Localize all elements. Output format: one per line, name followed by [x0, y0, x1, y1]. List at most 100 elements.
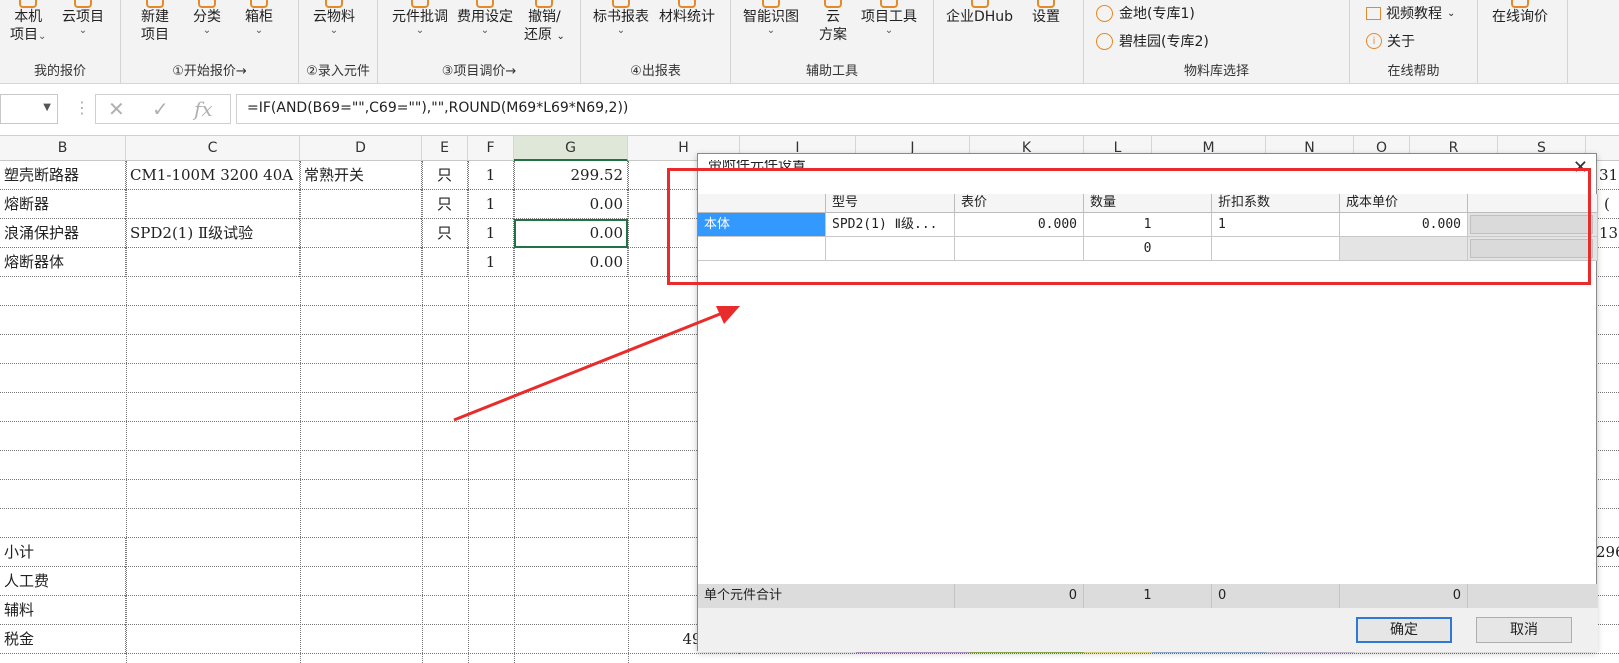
- category-button[interactable]: 分类 ⌄: [193, 0, 221, 36]
- summary-cost: 0: [1340, 584, 1468, 608]
- about-button[interactable]: i 关于: [1366, 31, 1415, 51]
- ribbon: 本机 项目⌄ 云项目 ⌄ 我的报价 新建 项目 分类 ⌄ 箱柜 ⌄ ①开始报价→: [0, 0, 1619, 84]
- name-box[interactable]: ▼: [0, 94, 58, 124]
- info-icon: i: [1366, 33, 1382, 49]
- cancel-button[interactable]: 取消: [1476, 617, 1572, 643]
- fee-settings-button[interactable]: 费用设定 ⌄: [457, 0, 513, 36]
- new-project-icon: [146, 0, 164, 8]
- ribbon-group-online-help: 视频教程 ⌄ i 关于 在线帮助: [1350, 0, 1478, 84]
- chevron-down-icon: ⌄: [254, 25, 264, 36]
- ribbon-group-aux-tools: 智能识图 ⌄ 云 方案 项目工具 ⌄ 辅助工具: [731, 0, 934, 84]
- dialog-footer: 确定 取消: [698, 608, 1598, 652]
- column-header-c[interactable]: C: [126, 136, 300, 161]
- cloud-project-button[interactable]: 云项目 ⌄: [62, 0, 104, 36]
- chevron-down-icon: ⌄: [78, 25, 88, 36]
- cloud-material-icon: [325, 0, 343, 8]
- chevron-down-icon: ⌄: [884, 25, 894, 36]
- batch-adjust-icon: [411, 0, 429, 8]
- column-header-f[interactable]: F: [468, 136, 514, 161]
- local-project-button[interactable]: 本机 项目⌄: [10, 0, 46, 44]
- cell-e[interactable]: 只: [422, 161, 468, 190]
- cell-f[interactable]: 1: [468, 219, 514, 248]
- chevron-down-icon: ⌄: [766, 25, 776, 36]
- cell-b[interactable]: 税金: [0, 625, 126, 654]
- cell-e[interactable]: 只: [422, 219, 468, 248]
- ribbon-group-label: ①开始报价→: [172, 64, 247, 79]
- cell-d[interactable]: [300, 219, 422, 248]
- cloud-solution-button[interactable]: 云 方案: [819, 0, 847, 44]
- settings-button[interactable]: 设置: [1032, 0, 1060, 26]
- cell-right-edge[interactable]: 31: [1595, 161, 1619, 190]
- batch-adjust-button[interactable]: 元件批调 ⌄: [392, 0, 448, 36]
- library-radio-jindi[interactable]: 金地(专库1): [1096, 3, 1195, 23]
- column-header-g[interactable]: G: [514, 136, 628, 161]
- cell-f[interactable]: 1: [468, 248, 514, 277]
- fee-settings-icon: [476, 0, 494, 8]
- chevron-down-icon: ⌄: [616, 25, 626, 36]
- cell-c[interactable]: [126, 190, 300, 219]
- insert-function-icon[interactable]: fx: [194, 97, 213, 121]
- column-header-d[interactable]: D: [300, 136, 422, 161]
- cell-b[interactable]: 浪涌保护器: [0, 219, 126, 248]
- cloud-material-button[interactable]: 云物料 ⌄: [313, 0, 355, 36]
- undo-redo-button[interactable]: 撤销/ 还原 ⌄: [524, 0, 565, 46]
- cell-g-selected[interactable]: 0.00: [514, 219, 628, 248]
- ribbon-group-reports: 标书报表 ⌄ 材料统计 ④出报表: [581, 0, 731, 84]
- online-inquiry-button[interactable]: 在线询价: [1492, 0, 1548, 26]
- formula-input[interactable]: =IF(AND(B69="",C69=""),"",ROUND(M69*L69*…: [236, 94, 1619, 124]
- cell-d[interactable]: 常熟开关: [300, 161, 422, 190]
- cell-e[interactable]: [422, 248, 468, 277]
- cell-g[interactable]: 0.00: [514, 190, 628, 219]
- chevron-down-icon: ⌄: [202, 25, 212, 36]
- cell-b[interactable]: 塑壳断路器: [0, 161, 126, 190]
- cell-g[interactable]: 0.00: [514, 248, 628, 277]
- formula-buttons: ✕ ✓ fx: [95, 94, 231, 124]
- cell-c[interactable]: [126, 248, 300, 277]
- project-tools-button[interactable]: 项目工具 ⌄: [861, 0, 917, 36]
- enter-icon[interactable]: ✓: [152, 97, 169, 121]
- ribbon-group-label: ④出报表: [630, 64, 681, 79]
- chevron-down-icon: ▼: [43, 102, 51, 113]
- summary-label: 单个元件合计: [698, 584, 955, 608]
- ribbon-group-label: ③项目调价→: [441, 64, 517, 79]
- summary-qty: 1: [1084, 584, 1212, 608]
- cell-g[interactable]: 299.52: [514, 161, 628, 190]
- video-tutorial-button[interactable]: 视频教程 ⌄: [1366, 3, 1455, 23]
- column-header-b[interactable]: B: [0, 136, 126, 161]
- smart-recognize-button[interactable]: 智能识图 ⌄: [743, 0, 799, 36]
- cell-e[interactable]: 只: [422, 190, 468, 219]
- undo-icon: [535, 0, 554, 8]
- enterprise-dhub-button[interactable]: 企业DHub: [946, 0, 1013, 26]
- library-radio-biguiyuan[interactable]: 碧桂园(专库2): [1096, 31, 1209, 51]
- cell-b[interactable]: 熔断器: [0, 190, 126, 219]
- cell-f[interactable]: 1: [468, 161, 514, 190]
- cell-right-edge[interactable]: 13: [1595, 219, 1619, 248]
- summary-discount: 0: [1212, 584, 1340, 608]
- ok-button[interactable]: 确定: [1356, 617, 1452, 643]
- cell-f[interactable]: 1: [468, 190, 514, 219]
- cabinet-button[interactable]: 箱柜 ⌄: [245, 0, 273, 36]
- cell-b[interactable]: 人工费: [0, 567, 126, 596]
- cell-d[interactable]: [300, 248, 422, 277]
- cloud-project-icon: [74, 0, 92, 8]
- formula-bar: ▼ ⋮ ✕ ✓ fx =IF(AND(B69="",C69=""),"",ROU…: [0, 84, 1619, 136]
- summary-price: 0: [955, 584, 1084, 608]
- column-header-e[interactable]: E: [422, 136, 468, 161]
- cell-right-edge[interactable]: (: [1600, 190, 1619, 219]
- local-project-icon: [19, 0, 38, 8]
- cell-b[interactable]: 熔断器体: [0, 248, 126, 277]
- cell-c[interactable]: CM1-100M 3200 40A: [126, 161, 300, 190]
- cell-b[interactable]: 小计: [0, 538, 126, 567]
- material-stats-button[interactable]: 材料统计: [659, 0, 715, 26]
- new-project-button[interactable]: 新建 项目: [141, 0, 169, 44]
- cancel-icon[interactable]: ✕: [108, 97, 125, 121]
- cell-d[interactable]: [300, 190, 422, 219]
- bid-report-button[interactable]: 标书报表 ⌄: [593, 0, 649, 36]
- annotation-arrow-icon: [453, 306, 740, 422]
- ribbon-group-price-adjust: 元件批调 ⌄ 费用设定 ⌄ 撤销/ 还原 ⌄ ③项目调价→: [378, 0, 581, 84]
- cell-b[interactable]: 辅料: [0, 596, 126, 625]
- drag-handle-icon[interactable]: ⋮: [74, 98, 90, 117]
- cell-c[interactable]: SPD2(1) Ⅱ级试验: [126, 219, 300, 248]
- ribbon-group-label: ②录入元件: [306, 64, 370, 79]
- ribbon-group-label: 物料库选择: [1183, 64, 1249, 79]
